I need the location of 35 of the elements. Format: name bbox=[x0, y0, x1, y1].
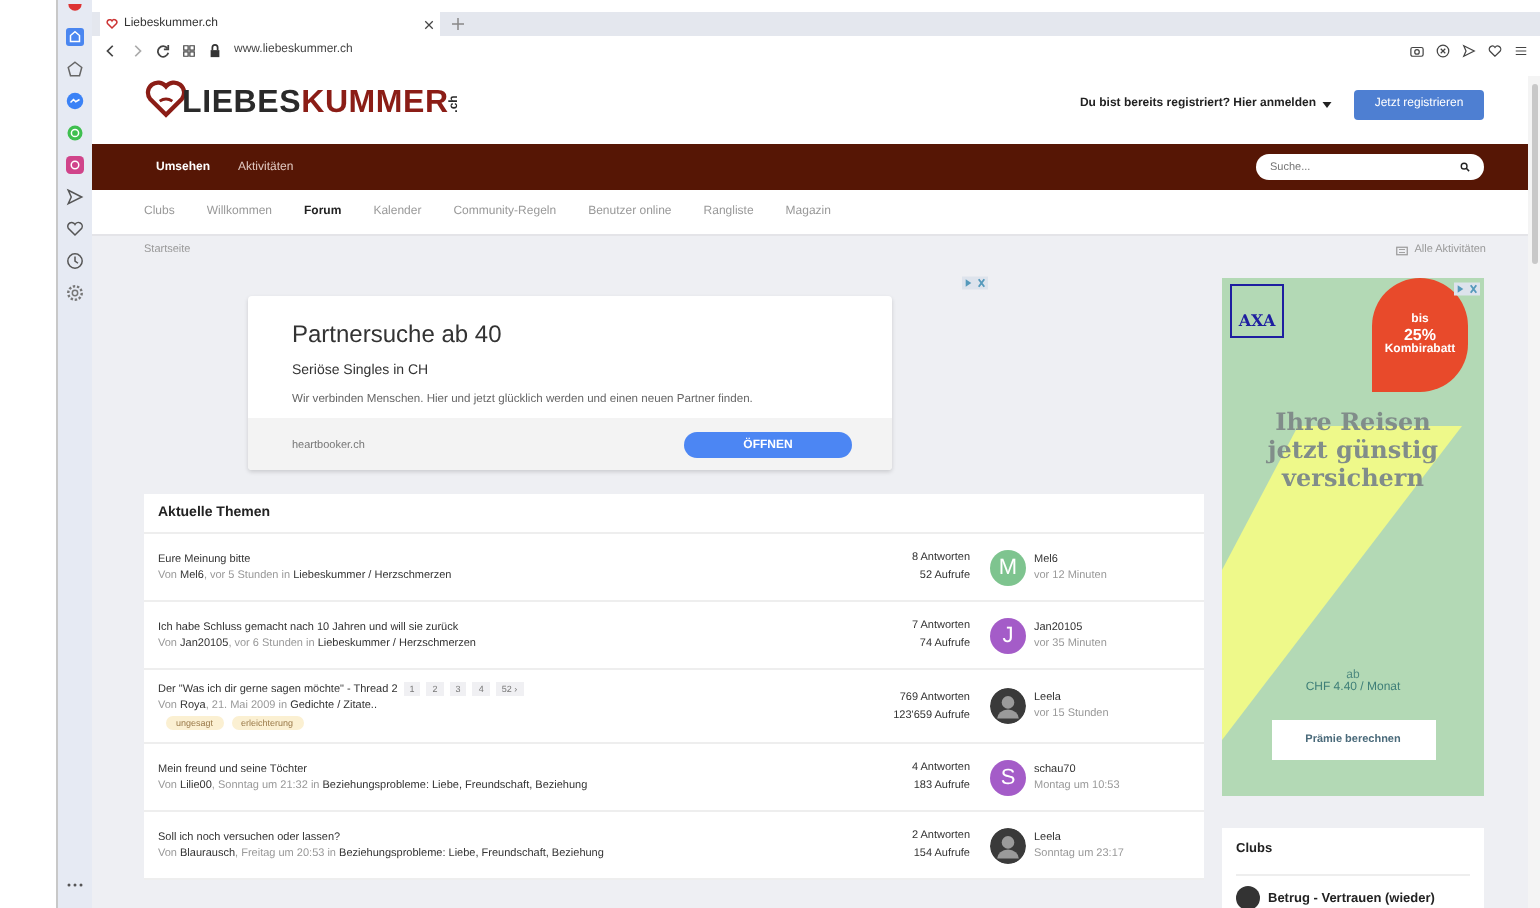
reload-icon[interactable] bbox=[156, 43, 170, 57]
heart-icon[interactable] bbox=[1488, 43, 1502, 57]
back-icon[interactable] bbox=[104, 43, 118, 57]
activity-icon bbox=[1396, 245, 1409, 255]
send-icon[interactable] bbox=[1462, 43, 1476, 57]
messenger-icon[interactable] bbox=[66, 92, 84, 110]
camera-icon[interactable] bbox=[1410, 43, 1424, 57]
caret-icon bbox=[1322, 101, 1332, 107]
heart-icon[interactable] bbox=[66, 220, 84, 238]
heart-logo-icon bbox=[144, 79, 188, 117]
close-icon[interactable] bbox=[424, 19, 434, 29]
ad-choices-icon[interactable] bbox=[962, 276, 988, 290]
send-icon[interactable] bbox=[66, 188, 84, 206]
pentagon-icon[interactable] bbox=[66, 60, 84, 78]
avatar-silhouette-icon[interactable] bbox=[990, 827, 1026, 863]
ad-headline: Ihre Reisen jetzt günstig versichern bbox=[1264, 408, 1441, 492]
plus-icon[interactable] bbox=[452, 18, 464, 30]
clock-icon[interactable] bbox=[66, 252, 84, 270]
lock-icon bbox=[208, 43, 222, 57]
ad-title: Partnersuche ab 40 bbox=[292, 320, 504, 348]
settings-icon[interactable] bbox=[66, 284, 84, 302]
avatar[interactable]: S bbox=[990, 759, 1026, 795]
axa-logo: AXA bbox=[1230, 284, 1284, 338]
avatar-silhouette-icon[interactable] bbox=[990, 688, 1026, 724]
grid-icon[interactable] bbox=[182, 43, 196, 57]
heart-icon bbox=[106, 18, 118, 30]
avatar-silhouette-icon bbox=[1236, 886, 1260, 908]
instagram-icon[interactable] bbox=[66, 156, 84, 174]
search-icon[interactable] bbox=[1460, 162, 1470, 172]
avatar[interactable]: J bbox=[990, 617, 1026, 653]
home-icon[interactable] bbox=[66, 28, 84, 46]
logo-wordmark[interactable]: LIEBESKUMMER bbox=[182, 86, 449, 122]
badge-text: 25% bbox=[1403, 326, 1436, 344]
more-icon[interactable] bbox=[66, 882, 84, 888]
menu-icon[interactable] bbox=[1514, 43, 1528, 57]
